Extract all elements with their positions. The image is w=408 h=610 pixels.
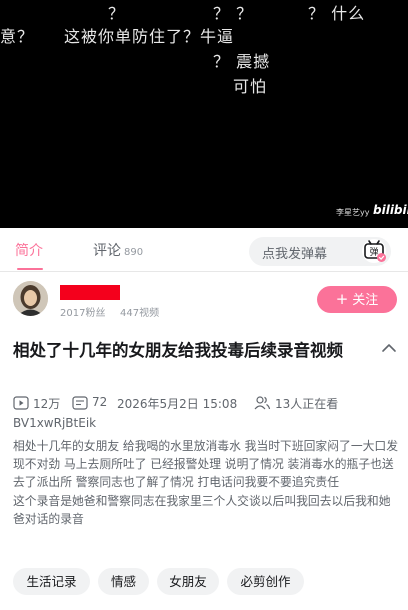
danmaku-toggle-button[interactable]: 弹 <box>360 238 388 264</box>
tag-chip[interactable]: 女朋友 <box>157 568 219 595</box>
tab-intro[interactable]: 简介 <box>15 240 43 260</box>
danmaku-comment: 这被你单防住了？牛逼 <box>64 27 235 46</box>
video-player[interactable]: ？ ？ ？ ？ 什么 意？ 这被你单防住了？牛逼 ？ 震撼 可怕 李星艺yy b… <box>0 0 408 228</box>
comment-count: 890 <box>124 247 144 258</box>
tag-chip[interactable]: 生活记录 <box>13 568 90 595</box>
danmaku-count-icon <box>72 396 88 410</box>
svg-text:弹: 弹 <box>369 246 378 258</box>
tag-chip[interactable]: 情感 <box>98 568 149 595</box>
danmaku-toggle-icon: 弹 <box>362 239 386 263</box>
tag-chip[interactable]: 必剪创作 <box>227 568 304 595</box>
danmaku-comment: 意？ <box>0 27 35 46</box>
danmaku-comment: ？ 震撼 <box>213 52 271 71</box>
watching-users-icon <box>254 396 271 410</box>
avatar-image <box>13 281 48 316</box>
play-count-icon <box>13 396 29 410</box>
uploader-avatar[interactable] <box>13 281 48 316</box>
active-tab-indicator <box>17 268 43 270</box>
plus-icon: + <box>335 290 349 308</box>
publish-date: 2026年5月2日 15:08 <box>117 397 238 411</box>
uploader-name-redacted <box>60 285 120 300</box>
description-paragraph: 这个录音是她爸和警察同志在我家里三个人交谈以后叫我回去以后我和她爸对话的录音 <box>13 493 391 526</box>
watermark-username: 李星艺yy <box>336 208 370 217</box>
uploader-fans: 2017粉丝 <box>60 308 106 319</box>
tab-comments[interactable]: 评论 890 <box>93 240 143 260</box>
follow-label: 关注 <box>352 293 379 308</box>
danmaku-comment: 可怕 <box>233 77 268 96</box>
danmaku-comment: ？ 什么 <box>308 4 366 23</box>
video-description: 相处十几年的女朋友 给我喝的水里放消毒水 我当时下班回家闷了一大口发现不对劲 马… <box>13 437 399 528</box>
danmaku-input-placeholder: 点我发弹幕 <box>262 247 328 262</box>
follow-button[interactable]: + 关注 <box>317 286 397 313</box>
uploader-video-count: 447视频 <box>120 308 160 319</box>
video-bvid[interactable]: BV1xwRjBtEik <box>13 416 96 430</box>
danmaku-comment: ？ <box>108 4 126 23</box>
video-title: 相处了十几年的女朋友给我投毒后续录音视频 <box>13 341 343 360</box>
tab-comments-label: 评论 <box>93 243 121 259</box>
danmaku-comment: ？ ？ <box>213 4 254 23</box>
chevron-up-icon[interactable] <box>381 341 397 355</box>
view-count: 12万 <box>33 397 61 411</box>
watching-count: 13人正在看 <box>275 397 339 411</box>
description-paragraph: 相处十几年的女朋友 给我喝的水里放消毒水 我当时下班回家闷了一大口发现不对劲 马… <box>13 439 399 490</box>
bilibili-logo: bilibili <box>373 203 408 217</box>
danmaku-count: 72 <box>92 395 108 409</box>
